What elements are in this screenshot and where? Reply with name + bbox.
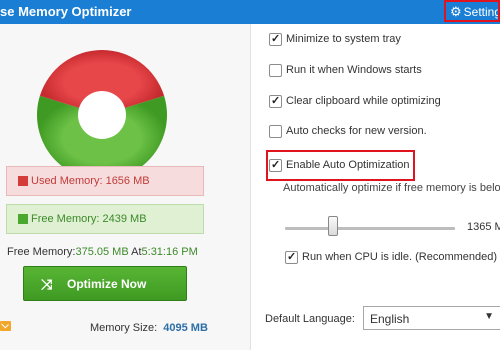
memory-size-value: 4095 MB — [163, 322, 208, 334]
run-at-startup-label: Run it when Windows starts — [286, 64, 422, 76]
auto-check-version-label: Auto checks for new version. — [286, 125, 427, 137]
threshold-slider-track[interactable] — [285, 227, 455, 230]
cpu-idle-label: Run when CPU is idle. (Recommended) — [302, 251, 498, 263]
gear-icon: ⚙ — [450, 4, 462, 19]
title-bar: se Memory Optimizer ⚙ Setting — [0, 0, 500, 24]
memory-size: Memory Size: 4095 MB — [90, 322, 208, 334]
free-after-value: 375.05 MB — [75, 246, 129, 258]
shuffle-icon: ⤨ — [41, 276, 53, 292]
at-prefix: At — [128, 246, 142, 258]
free-after-prefix: Free Memory: — [7, 246, 76, 258]
used-memory-indicator: Used Memory: 1656 MB — [6, 166, 204, 196]
minimize-to-tray-label: Minimize to system tray — [286, 33, 401, 45]
run-at-startup-checkbox[interactable] — [269, 64, 282, 77]
clear-clipboard-label: Clear clipboard while optimizing — [286, 95, 441, 107]
language-value: English — [370, 312, 410, 326]
free-memory-label: Free Memory: 2439 MB — [31, 213, 147, 225]
mail-icon[interactable] — [0, 321, 11, 331]
threshold-value: 1365 M — [467, 221, 500, 233]
used-color-swatch — [18, 176, 28, 186]
free-color-swatch — [18, 214, 28, 224]
free-memory-indicator: Free Memory: 2439 MB — [6, 204, 204, 234]
language-select[interactable]: English ▼ — [363, 306, 500, 330]
settings-button[interactable]: ⚙ Setting — [444, 0, 500, 22]
cpu-idle-checkbox[interactable] — [285, 250, 298, 264]
settings-label: Setting — [463, 5, 500, 19]
default-language-label: Default Language: — [265, 313, 355, 325]
options-panel: Minimize to system tray Run it when Wind… — [250, 24, 500, 350]
auto-check-version-checkbox[interactable] — [269, 125, 282, 138]
app-title: se Memory Optimizer — [0, 4, 132, 19]
chevron-down-icon: ▼ — [484, 311, 494, 322]
at-time: 5:31:16 PM — [141, 246, 198, 258]
memory-size-label: Memory Size: — [90, 322, 158, 334]
minimize-to-tray-checkbox[interactable] — [269, 32, 282, 46]
threshold-slider-thumb[interactable] — [327, 216, 338, 236]
last-optimize-status: Free Memory:375.05 MB At5:31:16 PM — [7, 246, 198, 258]
auto-optimize-description: Automatically optimize if free memory is… — [283, 182, 500, 194]
optimize-now-button[interactable]: ⤨ Optimize Now — [23, 266, 187, 301]
memory-donut-chart — [37, 50, 167, 180]
memory-panel: Used Memory: 1656 MB Free Memory: 2439 M… — [0, 24, 250, 350]
enable-auto-optimization-checkbox[interactable] — [269, 158, 282, 172]
donut-hole — [78, 91, 126, 139]
optimize-now-label: Optimize Now — [67, 277, 147, 291]
clear-clipboard-checkbox[interactable] — [269, 94, 282, 108]
used-memory-label: Used Memory: 1656 MB — [31, 175, 150, 187]
enable-auto-optimization-label: Enable Auto Optimization — [286, 159, 410, 171]
